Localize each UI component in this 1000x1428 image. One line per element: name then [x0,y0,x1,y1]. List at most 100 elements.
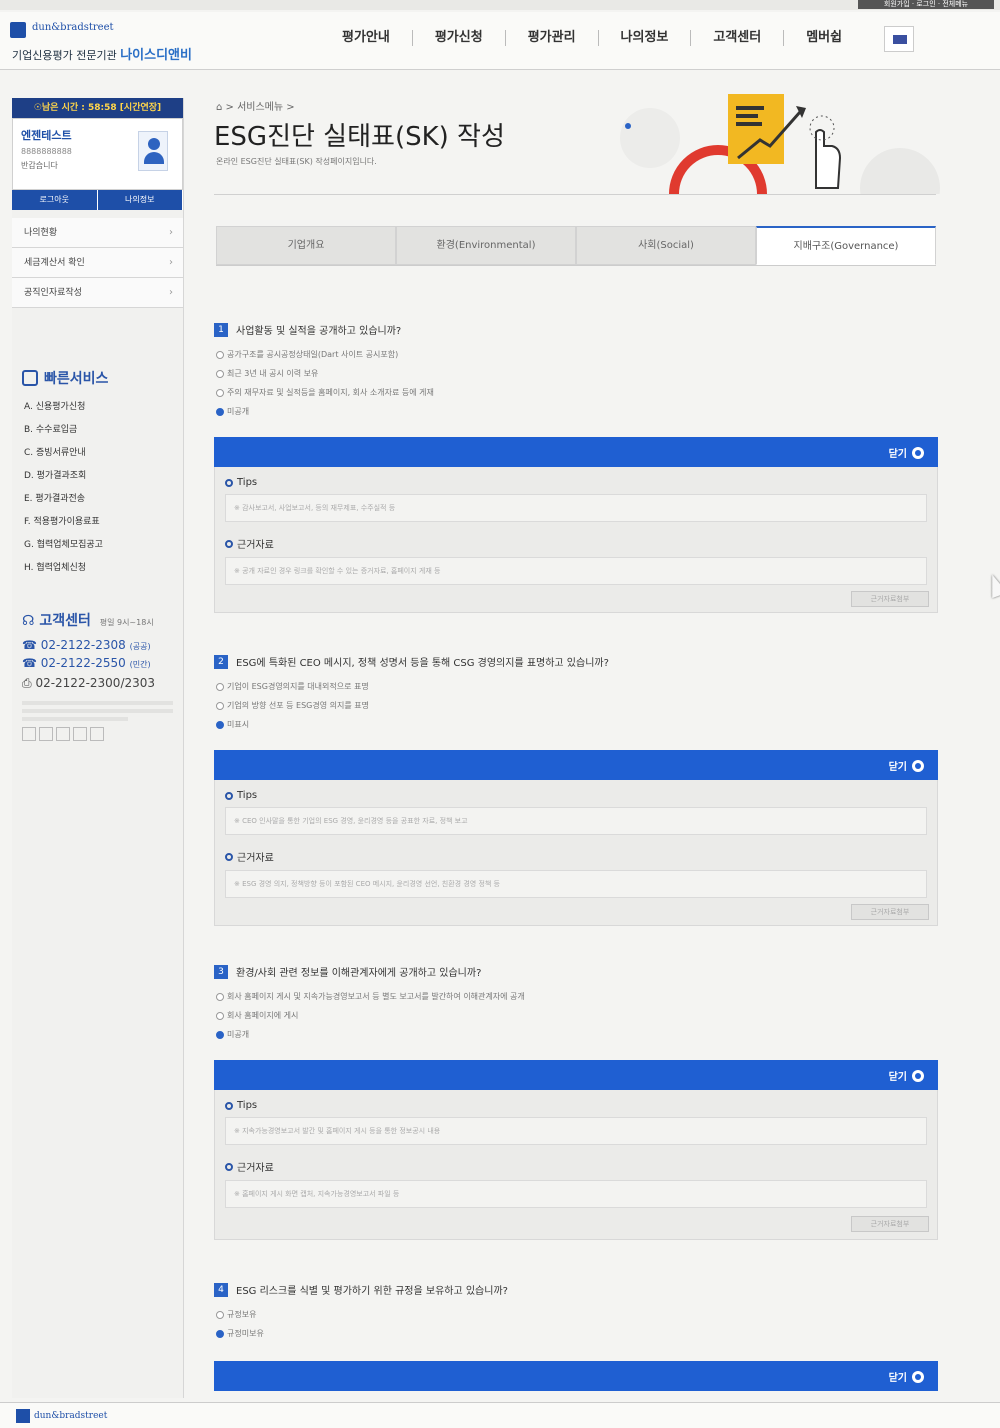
close-button[interactable]: 닫기 [889,1369,924,1384]
answer-option[interactable]: 기업의 방향 선포 등 ESG경영 의지를 표명 [216,696,938,715]
cs-link-icon[interactable] [56,727,70,741]
question-number: 3 [214,964,228,979]
top-util-links[interactable]: 회원가입 · 로그인 · 전체메뉴 [858,0,994,9]
tips-label: Tips [237,1100,258,1111]
answer-option[interactable]: 기업이 ESG경영의지를 대내외적으로 표명 [216,677,938,696]
cs-fax: ⎙ 02-2122-2300/2303 [12,676,183,691]
bullet-icon [225,539,233,548]
radio-button-checked[interactable] [216,1030,224,1039]
tab-governance[interactable]: 지배구조(Governance) [756,226,936,265]
radio-button[interactable] [216,1011,224,1020]
answer-option[interactable]: 최근 3년 내 공시 이력 보유 [216,364,938,383]
answer-option[interactable]: 미공개 [216,1025,938,1044]
tips-heading: Tips [225,477,927,488]
repeated-header-strip: dun&bradstreet [0,1402,1000,1428]
close-button[interactable]: 닫기 [889,758,924,773]
breadcrumb[interactable]: ⌂ > 서비스메뉴 > [216,98,295,113]
answer-option[interactable]: 주의 재무자료 및 실적등을 홈페이지, 회사 소개자료 등에 게재 [216,383,938,402]
attach-evidence-button[interactable]: 근거자료첨부 [851,904,929,920]
attach-evidence-button[interactable]: 근거자료첨부 [851,591,929,607]
tips-heading: Tips [225,1100,927,1111]
sidebar-item-tax-invoice[interactable]: 세금계산서 확인 [12,248,183,278]
nav-evaluation-guide[interactable]: 평가안내 [320,30,413,46]
attach-evidence-button[interactable]: 근거자료첨부 [851,1216,929,1232]
question-text: ESG 리스크를 식별 및 평가하기 위한 규정을 보유하고 있습니까? [236,1286,508,1297]
answer-option[interactable]: 규정보유 [216,1305,938,1324]
question-text: 환경/사회 관련 정보를 이해관계자에게 공개하고 있습니까? [236,968,482,979]
quick-item[interactable]: A. 신용평가신청 [24,396,183,419]
close-button[interactable]: 닫기 [889,1068,924,1083]
session-timer[interactable]: ☉남은 시간 : 58:58 [시간연장] [12,98,183,118]
quick-item[interactable]: E. 평가결과전송 [24,488,183,511]
radio-button[interactable] [216,350,224,359]
cs-link-icon[interactable] [22,727,36,741]
answer-option[interactable]: 공가구조를 공시공정상태일(Dart 사이트 공시포함) [216,345,938,364]
logo-brand: 나이스디앤비 [120,48,192,63]
option-label: 기업이 ESG경영의지를 대내외적으로 표명 [227,682,369,691]
quick-item[interactable]: D. 평가결과조회 [24,465,183,488]
footer-logo[interactable]: dun&bradstreet [16,1409,107,1423]
page-description: 온라인 ESG진단 실태표(SK) 작성페이지입니다. [216,157,377,166]
nav-membership[interactable]: 멤버쉽 [784,30,864,46]
cs-link-icon[interactable] [39,727,53,741]
option-label: 공가구조를 공시공정상태일(Dart 사이트 공시포함) [227,350,399,359]
tips-label: Tips [237,790,258,801]
quick-item[interactable]: B. 수수료입금 [24,419,183,442]
answer-option[interactable]: 회사 홈페이지에 게시 [216,1006,938,1025]
radio-button-checked[interactable] [216,720,224,729]
question-title: 3 환경/사회 관련 정보를 이해관계자에게 공개하고 있습니까? [214,964,938,979]
sidebar-item-documents[interactable]: 공직인자료작성 [12,278,183,308]
tab-company-overview[interactable]: 기업개요 [216,226,396,265]
tab-social[interactable]: 사회(Social) [576,226,756,265]
cs-link-icon[interactable] [90,727,104,741]
nav-customer-center[interactable]: 고객센터 [691,30,785,46]
reference-label: 근거자료 [237,853,274,864]
flag-icon[interactable] [884,26,914,52]
bullet-icon [225,1101,233,1110]
radio-button[interactable] [216,369,224,378]
bullet-icon [225,478,233,487]
quick-item[interactable]: G. 협력업체모집공고 [24,534,183,557]
answer-option[interactable]: 미공개 [216,402,938,421]
cs-phone-tag: (공공) [129,642,151,651]
logout-button[interactable]: 로그아웃 [12,190,98,210]
close-button[interactable]: 닫기 [889,445,924,460]
guide-bar: 닫기 [214,1361,938,1391]
footer-logo-text: dun&bradstreet [34,1411,108,1421]
quick-service-list: A. 신용평가신청 B. 수수료입금 C. 증빙서류안내 D. 평가결과조회 E… [12,396,183,580]
sidebar-item-status[interactable]: 나의현황 [12,218,183,248]
mouse-cursor-icon [984,571,1000,599]
radio-button[interactable] [216,992,224,1001]
radio-button-checked[interactable] [216,1329,224,1338]
radio-button-checked[interactable] [216,407,224,416]
answer-option[interactable]: 미표시 [216,715,938,734]
cs-phone-public: ☎ 02-2122-2308 (공공) [12,638,183,652]
question-number: 1 [214,322,228,337]
cs-link-icon[interactable] [73,727,87,741]
option-label: 주의 재무자료 및 실적등을 홈페이지, 회사 소개자료 등에 게재 [227,388,434,397]
nav-evaluation-manage[interactable]: 평가관리 [506,30,599,46]
guide-bar: 닫기 [214,750,938,780]
answer-option[interactable]: 규정미보유 [216,1324,938,1343]
cs-note-line [22,717,128,721]
sidebar-menu: 나의현황 세금계산서 확인 공직인자료작성 [12,218,183,308]
quick-item[interactable]: H. 협력업체신청 [24,557,183,580]
nav-evaluation-apply[interactable]: 평가신청 [413,30,506,46]
radio-button[interactable] [216,1310,224,1319]
radio-button[interactable] [216,701,224,710]
myinfo-button[interactable]: 나의정보 [97,190,183,210]
radio-button[interactable] [216,682,224,691]
option-label: 기업의 방향 선포 등 ESG경영 의지를 표명 [227,701,369,710]
answer-options: 공가구조를 공시공정상태일(Dart 사이트 공시포함) 최근 3년 내 공시 … [214,345,938,421]
radio-button[interactable] [216,388,224,397]
nav-my-info[interactable]: 나의정보 [599,30,692,46]
cs-fax-number: 02-2122-2300/2303 [35,676,156,690]
option-label: 미표시 [227,720,250,729]
cs-phone-number: 02-2122-2308 [40,638,126,652]
answer-option[interactable]: 회사 홈페이지 게시 및 지속가능경영보고서 등 별도 보고서를 발간하여 이해… [216,987,938,1006]
quick-item[interactable]: F. 적용평가이용료표 [24,511,183,534]
cs-note-line [22,701,173,705]
quick-item[interactable]: C. 증빙서류안내 [24,442,183,465]
tab-environmental[interactable]: 환경(Environmental) [396,226,576,265]
site-logo[interactable]: dun&bradstreet 기업신용평가 전문기관 나이스디앤비 [10,20,210,64]
